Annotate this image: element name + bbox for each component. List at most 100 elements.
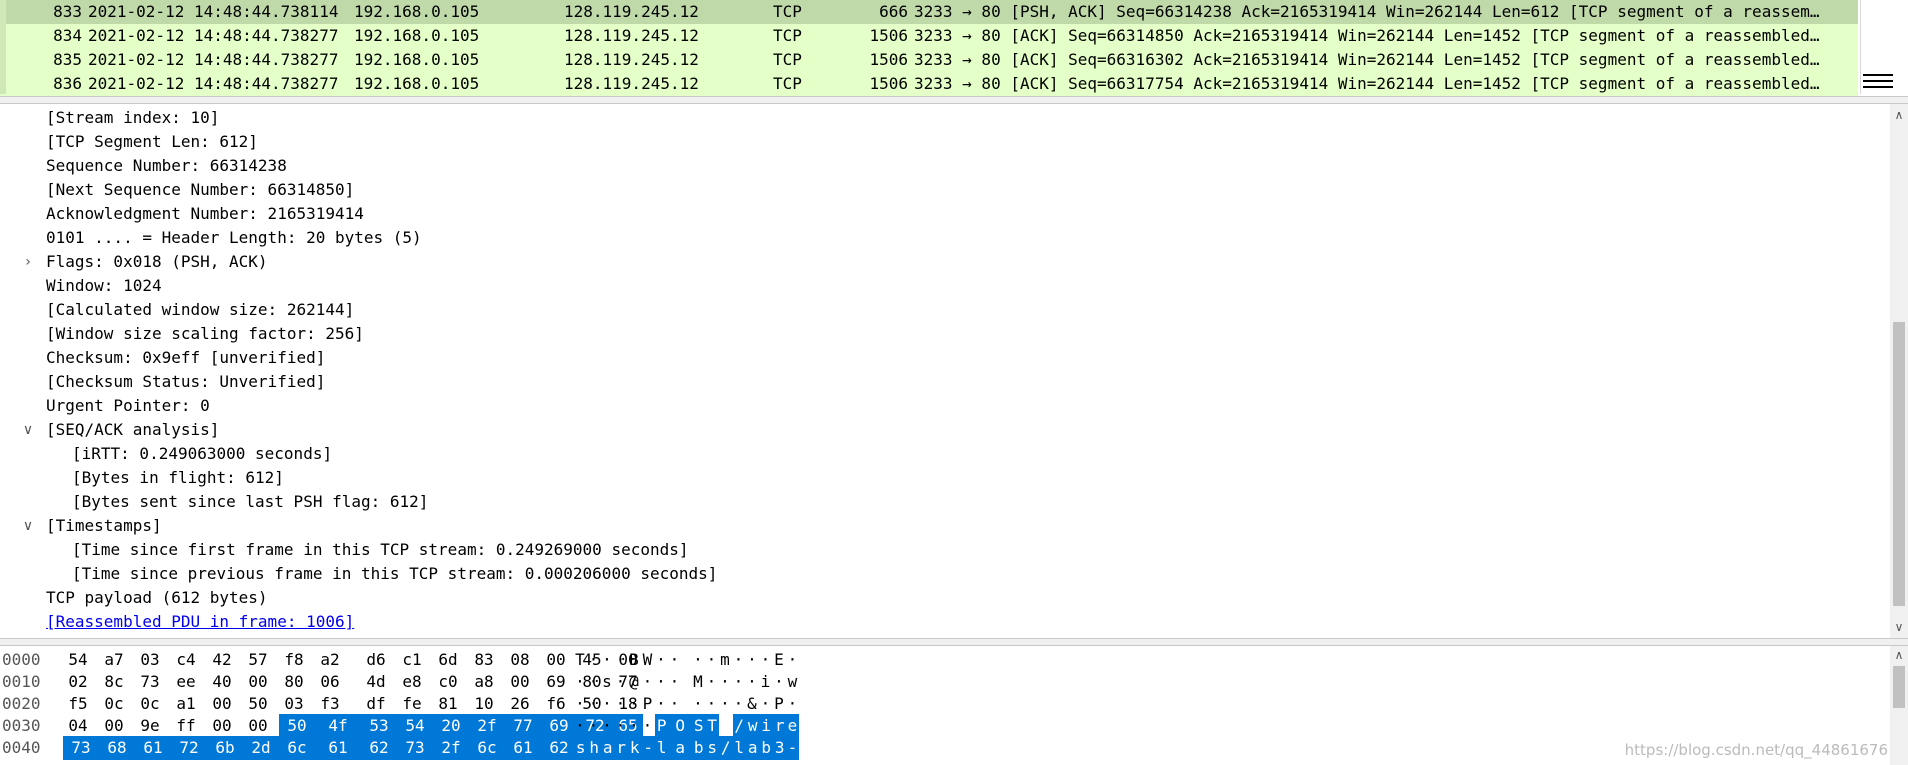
ascii-char[interactable]: ·: [706, 670, 718, 694]
ascii-char[interactable]: ·: [669, 670, 681, 694]
hex-byte[interactable]: a2: [315, 648, 345, 672]
ascii-char[interactable]: ·: [615, 670, 627, 694]
ascii-char[interactable]: ·: [642, 714, 654, 738]
ascii-char[interactable]: h: [587, 736, 601, 760]
packet-list-scrollbar[interactable]: [1860, 0, 1908, 94]
hex-byte[interactable]: f6: [541, 692, 571, 716]
ascii-char[interactable]: ·: [760, 648, 772, 672]
hex-byte[interactable]: 06: [315, 670, 345, 694]
ascii-char[interactable]: ·: [746, 670, 758, 694]
hex-byte[interactable]: 6c: [279, 736, 315, 760]
packet-row[interactable]: 836 2021-02-12 14:48:44.738277 192.168.0.1…: [0, 72, 1858, 96]
packet-list[interactable]: 833 2021-02-12 14:48:44.738114 192.168.0.1…: [0, 0, 1908, 96]
ascii-char[interactable]: @: [628, 670, 640, 694]
hex-byte[interactable]: 2d: [243, 736, 279, 760]
ascii-char[interactable]: b: [692, 736, 706, 760]
ascii-char[interactable]: /: [719, 736, 733, 760]
ascii-char[interactable]: ·: [733, 692, 745, 716]
hex-byte[interactable]: 50: [243, 692, 273, 716]
ascii-char[interactable]: r: [614, 736, 628, 760]
hex-byte[interactable]: 69: [541, 714, 577, 738]
ascii-char[interactable]: m: [719, 648, 731, 672]
hex-byte[interactable]: 8c: [99, 670, 129, 694]
hex-byte[interactable]: 62: [361, 736, 397, 760]
hex-byte[interactable]: 20: [433, 714, 469, 738]
ascii-char[interactable]: a: [601, 736, 615, 760]
hex-byte[interactable]: f5: [63, 692, 93, 716]
chevron-right-icon[interactable]: ›: [20, 250, 36, 274]
ascii-char[interactable]: ·: [655, 670, 667, 694]
ascii-char[interactable]: ·: [719, 670, 731, 694]
ascii-char[interactable]: &: [746, 692, 758, 716]
ascii-char[interactable]: w: [746, 714, 760, 738]
hex-byte[interactable]: 2f: [469, 714, 505, 738]
packet-row[interactable]: 835 2021-02-12 14:48:44.738277 192.168.0.1…: [0, 48, 1858, 72]
hex-byte[interactable]: 04: [63, 714, 93, 738]
hex-row[interactable]: 0030 04 00 9e ff 00 00 50 4f 53 54 20 2f 77 69 72 65 · · · ·…: [0, 714, 1880, 738]
hex-byte[interactable]: fe: [397, 692, 427, 716]
hex-byte[interactable]: 69: [541, 670, 571, 694]
ascii-char[interactable]: S: [692, 714, 706, 738]
packet-row[interactable]: 833 2021-02-12 14:48:44.738114 192.168.0.1…: [0, 0, 1858, 24]
ascii-char[interactable]: s: [574, 736, 588, 760]
ascii-char[interactable]: P: [773, 692, 785, 716]
bytes-scrollbar[interactable]: ∧: [1890, 646, 1908, 765]
ascii-char[interactable]: s: [705, 736, 719, 760]
hex-byte[interactable]: 00: [207, 714, 237, 738]
ascii-char[interactable]: ·: [746, 648, 758, 672]
ascii-char[interactable]: i: [759, 714, 773, 738]
scroll-thumb[interactable]: [1863, 74, 1893, 88]
hex-byte[interactable]: 54: [63, 648, 93, 672]
hex-byte[interactable]: df: [361, 692, 391, 716]
ascii-char[interactable]: ·: [628, 692, 640, 716]
packet-row[interactable]: 834 2021-02-12 14:48:44.738277 192.168.0.1…: [0, 24, 1858, 48]
ascii-char[interactable]: ·: [642, 670, 654, 694]
ascii-char[interactable]: P: [655, 714, 669, 738]
hex-byte[interactable]: 73: [63, 736, 99, 760]
ascii-char[interactable]: M: [692, 670, 704, 694]
reassembled-pdu-link[interactable]: [Reassembled PDU in frame: 1006]: [46, 610, 354, 634]
ascii-char[interactable]: l: [655, 736, 669, 760]
scroll-thumb[interactable]: [1893, 666, 1905, 708]
ascii-char[interactable]: ·: [669, 648, 681, 672]
ascii-char[interactable]: ·: [692, 692, 704, 716]
hex-byte[interactable]: 61: [135, 736, 171, 760]
hex-byte[interactable]: 81: [433, 692, 463, 716]
ascii-char[interactable]: W: [642, 648, 654, 672]
hex-byte[interactable]: 53: [361, 714, 397, 738]
ascii-char[interactable]: -: [641, 736, 655, 760]
hex-byte[interactable]: 54: [397, 714, 433, 738]
ascii-char[interactable]: ·: [655, 648, 667, 672]
hex-byte[interactable]: 00: [505, 670, 535, 694]
hex-byte[interactable]: 6d: [433, 648, 463, 672]
hex-byte[interactable]: 2f: [433, 736, 469, 760]
ascii-char[interactable]: T: [574, 648, 586, 672]
hex-byte[interactable]: 80: [279, 670, 309, 694]
ascii-char[interactable]: ·: [588, 692, 600, 716]
hex-byte[interactable]: 00: [243, 714, 273, 738]
hex-byte[interactable]: c1: [397, 648, 427, 672]
ascii-char[interactable]: B: [628, 648, 640, 672]
hex-byte[interactable]: 73: [135, 670, 165, 694]
ascii-char[interactable]: ·: [733, 648, 745, 672]
ascii-char[interactable]: ·: [706, 692, 718, 716]
ascii-char[interactable]: ·: [787, 648, 799, 672]
hex-byte[interactable]: 4d: [361, 670, 391, 694]
chevron-down-icon[interactable]: ∨: [20, 514, 36, 538]
scroll-up-icon[interactable]: ∧: [1890, 646, 1908, 664]
ascii-char[interactable]: ·: [628, 714, 640, 738]
hex-byte[interactable]: f8: [279, 648, 309, 672]
ascii-char[interactable]: a: [746, 736, 760, 760]
ascii-char[interactable]: r: [773, 714, 787, 738]
ascii-char[interactable]: ·: [760, 692, 772, 716]
scroll-down-icon[interactable]: ∨: [1890, 618, 1908, 636]
ascii-char[interactable]: w: [787, 670, 799, 694]
hex-byte[interactable]: 42: [207, 648, 237, 672]
ascii-char[interactable]: a: [668, 736, 692, 760]
hex-byte[interactable]: c4: [171, 648, 201, 672]
hex-byte[interactable]: ff: [171, 714, 201, 738]
hex-byte[interactable]: 26: [505, 692, 535, 716]
ascii-char[interactable]: E: [773, 648, 785, 672]
ascii-char[interactable]: ·: [773, 670, 785, 694]
hex-byte[interactable]: 03: [279, 692, 309, 716]
